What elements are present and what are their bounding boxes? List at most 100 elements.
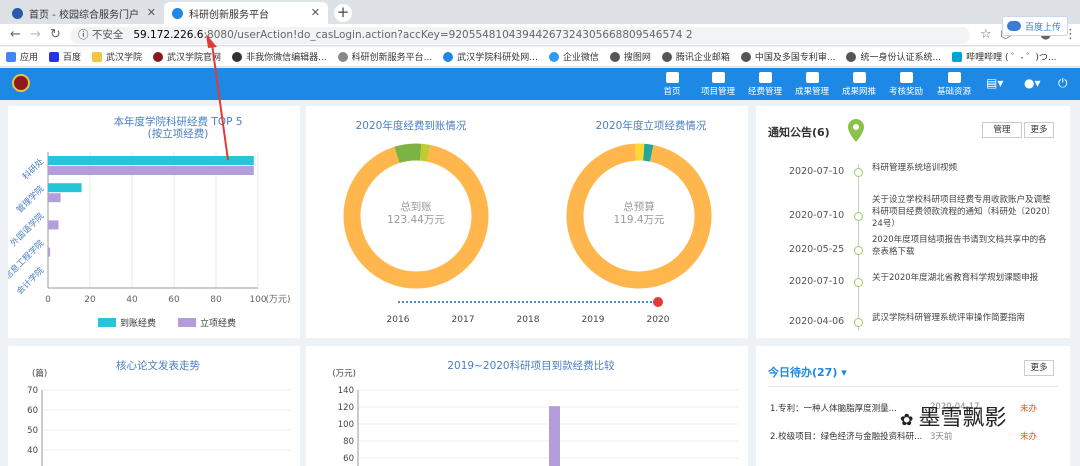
close-icon[interactable]: ✕ [311, 6, 320, 19]
bookmark-folder[interactable]: 武汉学院 [92, 50, 142, 63]
panel-funds-status: 2020年度经费到账情况 2020年度立项经费情况 2016 2017 2018 20… [306, 106, 748, 338]
bar-project [48, 247, 51, 257]
reload-icon[interactable]: ↻ [50, 27, 61, 42]
cloud-upload-button[interactable]: 百度上传 [1002, 16, 1068, 36]
y-tick-label: 120 [338, 403, 354, 413]
donut2-value: 119.4万元 [613, 214, 665, 226]
bookmark-auth[interactable]: 统一身份认证系统... [846, 50, 941, 63]
wecom-icon [548, 51, 559, 62]
y-unit-label: (万元) [332, 369, 356, 379]
compare-bar [549, 406, 560, 466]
todo-text[interactable]: 1.专利：一种人体脑脂厚度测量... [770, 404, 897, 414]
manage-button[interactable]: 管理 [982, 122, 1022, 138]
y-tick-label: 140 [338, 386, 354, 396]
donut1-value: 123.44万元 [387, 214, 445, 226]
divider [768, 386, 1058, 387]
bookmark-editor[interactable]: 非我你微信编辑器... [232, 50, 327, 63]
baidu-icon [49, 51, 60, 62]
bookmark-label: 搜图网 [623, 53, 651, 63]
url-path: :8080/userAction!do_casLogin.action?accK… [203, 29, 693, 41]
college-funds-chart: 0 20 40 60 80 100(万元)科研处管理学院外国语学院信息工程学院会计学院到账… [8, 152, 291, 329]
bookmark-label: 武汉学院官网 [167, 53, 222, 63]
y-tick-label: 100 [338, 420, 354, 430]
timeline-year: 2020 [647, 315, 670, 325]
bookmark-patent[interactable]: 中国及多国专利审... [740, 50, 835, 63]
timeline-dot [854, 278, 863, 287]
tab-portal[interactable]: 首页 - 校园综合服务门户 ✕ [4, 2, 164, 24]
y-tick-label: 40 [27, 446, 38, 456]
todo-title[interactable]: 今日待办(27) ▾ [768, 364, 847, 380]
app-top-nav: 首页 项目管理 经费管理 成果管理 成果网推 考核奖励 基础资源 ▤▾ ●▾ ⏻ [0, 68, 1080, 100]
forward-icon[interactable]: → [30, 27, 41, 42]
tab-research-platform[interactable]: 科研创新服务平台 ✕ [164, 2, 328, 24]
power-icon[interactable]: ⏻ [1058, 76, 1068, 91]
bookmark-label: 统一身份认证系统... [860, 53, 942, 63]
more-button[interactable]: 更多 [1024, 122, 1054, 138]
nav-results-web[interactable]: 成果网推 [839, 72, 879, 97]
bookmark-label: 哔哩哔哩 ( ゜- ゜)つ... [966, 53, 1057, 63]
new-tab-button[interactable]: + [334, 4, 352, 22]
platform-favicon-icon [172, 7, 183, 19]
todo-text[interactable]: 2.校级项目：绿色经济与金融投资科研... [770, 432, 922, 442]
bookmark-apps[interactable]: 应用 [6, 50, 38, 63]
cloud-icon [852, 72, 866, 83]
donut2-center: 总预算 119.4万元 [569, 201, 709, 227]
chrome-icon [443, 51, 454, 62]
address-bar: ← → ↻ ⓘ 不安全 59.172.226.6:8080/userAction!… [0, 24, 1080, 46]
legend-swatch [98, 318, 116, 327]
timeline-year: 2017 [452, 315, 475, 325]
notice-date: 2020-05-25 [789, 244, 845, 255]
nav-assessment[interactable]: 考核奖励 [886, 72, 926, 97]
nav-home[interactable]: 首页 [652, 72, 692, 97]
nav-results[interactable]: 成果管理 [792, 72, 832, 97]
notice-text[interactable]: 关于设立学校科研项目经费专用收款账户及调整科研项目经费领款流程的通知（科研处〔2… [872, 194, 1052, 230]
panel-funds-compare: 2019~2020科研项目到款经费比较 (万元)140120100806040 [306, 346, 748, 466]
url-input[interactable]: ⓘ 不安全 59.172.226.6:8080/userAction!do_cas… [70, 27, 970, 44]
bookmark-baidu[interactable]: 百度 [49, 50, 81, 63]
bookmark-platform[interactable]: 科研创新服务平台... [337, 50, 432, 63]
bookmark-images[interactable]: 搜图网 [609, 50, 651, 63]
todo-more-button[interactable]: 更多 [1024, 360, 1054, 376]
timeline-dot [854, 318, 863, 327]
bookmark-research[interactable]: 武汉学院科研处网... [443, 50, 538, 63]
notice-date: 2020-07-10 [789, 276, 845, 287]
x-tick-label: 20 [84, 295, 96, 305]
close-icon[interactable]: ✕ [147, 6, 156, 19]
skin-icon[interactable]: ▤▾ [986, 76, 1003, 90]
y-tick-label: 60 [343, 454, 354, 464]
star-icon[interactable]: ☆ [980, 27, 992, 42]
globe-icon [740, 51, 751, 62]
bar-project [48, 193, 61, 203]
bar-project [48, 220, 59, 230]
y-category-label: 管理学院 [14, 183, 46, 215]
nav-label: 经费管理 [747, 87, 782, 97]
bookmark-bilibili[interactable]: 哔哩哔哩 ( ゜- ゜)つ... [952, 50, 1057, 63]
apps-icon [6, 51, 16, 62]
notice-date: 2020-07-10 [789, 166, 845, 177]
bookmark-mail[interactable]: 腾讯企业邮箱 [661, 50, 730, 63]
compare-chart: (万元)140120100806040 [332, 369, 738, 466]
bookmark-site[interactable]: 武汉学院官网 [153, 50, 221, 63]
y-tick-label: 50 [27, 426, 38, 436]
timeline-current-dot [653, 297, 663, 307]
notice-date: 2020-07-10 [789, 210, 845, 221]
folder-icon [92, 51, 103, 62]
y-tick-label: 80 [343, 437, 354, 447]
nav-funds[interactable]: 经费管理 [745, 72, 785, 97]
bar-arrive [48, 156, 254, 165]
notice-text[interactable]: 科研管理系统培训视频 [872, 162, 1052, 174]
nav-resources[interactable]: 基础资源 [934, 72, 974, 97]
nav-label: 首页 [663, 87, 681, 97]
editor-icon [232, 51, 243, 62]
back-icon[interactable]: ← [10, 27, 21, 42]
bookmark-wecom[interactable]: 企业微信 [548, 50, 599, 63]
user-icon[interactable]: ●▾ [1024, 76, 1041, 90]
url-host: 59.172.226.6 [133, 29, 204, 41]
notice-text[interactable]: 2020年度项目结项报告书请到文档共享中的各奈表格下载 [872, 234, 1052, 258]
bar-project [48, 166, 254, 175]
todo-status: 未办 [1020, 404, 1038, 414]
notice-text[interactable]: 关于2020年度湖北省教育科学规划课题申报 [872, 272, 1052, 284]
legend-label: 立项经费 [200, 317, 236, 329]
nav-projects[interactable]: 项目管理 [698, 72, 738, 97]
notice-text[interactable]: 武汉学院科研管理系统评审操作简要指南 [872, 312, 1052, 324]
